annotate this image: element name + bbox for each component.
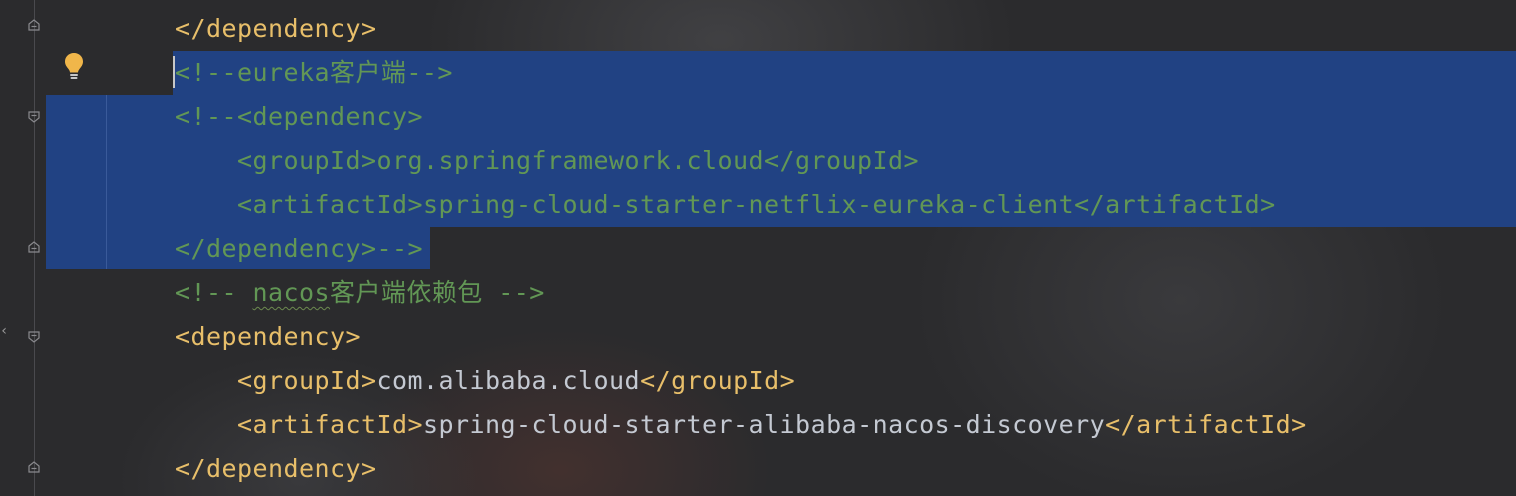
- code-token: </dependency>: [175, 14, 377, 43]
- code-token: spring-cloud-starter-alibaba-nacos-disco…: [423, 410, 1106, 439]
- code-editor[interactable]: ‹ </dependency> <!--eureka客户端--> <!--<de…: [0, 0, 1516, 496]
- fold-marker-icon[interactable]: [27, 330, 41, 344]
- code-token: <artifactId>: [175, 410, 424, 439]
- code-token: </groupId>: [640, 366, 796, 395]
- code-token: </dependency>-->: [175, 234, 424, 263]
- code-token: </artifactId>: [1105, 410, 1307, 439]
- code-token: </dependency>: [175, 454, 377, 483]
- code-line[interactable]: <groupId>org.springframework.cloud</grou…: [175, 139, 919, 183]
- code-line[interactable]: <artifactId>spring-cloud-starter-netflix…: [175, 183, 1276, 227]
- lightbulb-icon[interactable]: [64, 52, 84, 82]
- code-line[interactable]: <dependency>: [175, 315, 361, 359]
- code-line[interactable]: </dependency>: [175, 7, 377, 51]
- fold-marker-icon[interactable]: [27, 460, 41, 474]
- code-token: <!--: [175, 278, 253, 307]
- code-token: <dependency>: [175, 322, 362, 351]
- code-line[interactable]: </dependency>-->: [175, 227, 423, 271]
- fold-marker-icon[interactable]: [27, 110, 41, 124]
- code-token: <groupId>org.springframework.cloud</grou…: [175, 146, 920, 175]
- code-token: <!--<dependency>: [175, 102, 424, 131]
- code-token: 客户端依赖包 -->: [330, 278, 545, 307]
- fold-marker-icon[interactable]: [27, 240, 41, 254]
- gutter-marker: ‹: [0, 323, 9, 339]
- code-line[interactable]: <!--<dependency>: [175, 95, 423, 139]
- fold-marker-icon[interactable]: [27, 18, 41, 32]
- code-line[interactable]: <groupId>com.alibaba.cloud</groupId>: [175, 359, 795, 403]
- code-line[interactable]: <artifactId>spring-cloud-starter-alibaba…: [175, 403, 1307, 447]
- indent-guide: [106, 95, 107, 269]
- code-line[interactable]: </dependency>: [175, 447, 377, 491]
- code-token: nacos: [252, 278, 331, 307]
- code-token: com.alibaba.cloud: [376, 366, 641, 395]
- text-caret: [173, 56, 175, 88]
- code-line[interactable]: <!--eureka客户端-->: [175, 51, 453, 95]
- code-line[interactable]: <!-- nacos客户端依赖包 -->: [175, 271, 545, 315]
- code-token: <artifactId>spring-cloud-starter-netflix…: [175, 190, 1276, 219]
- code-token: <groupId>: [175, 366, 377, 395]
- code-token: <!--eureka客户端-->: [175, 58, 453, 87]
